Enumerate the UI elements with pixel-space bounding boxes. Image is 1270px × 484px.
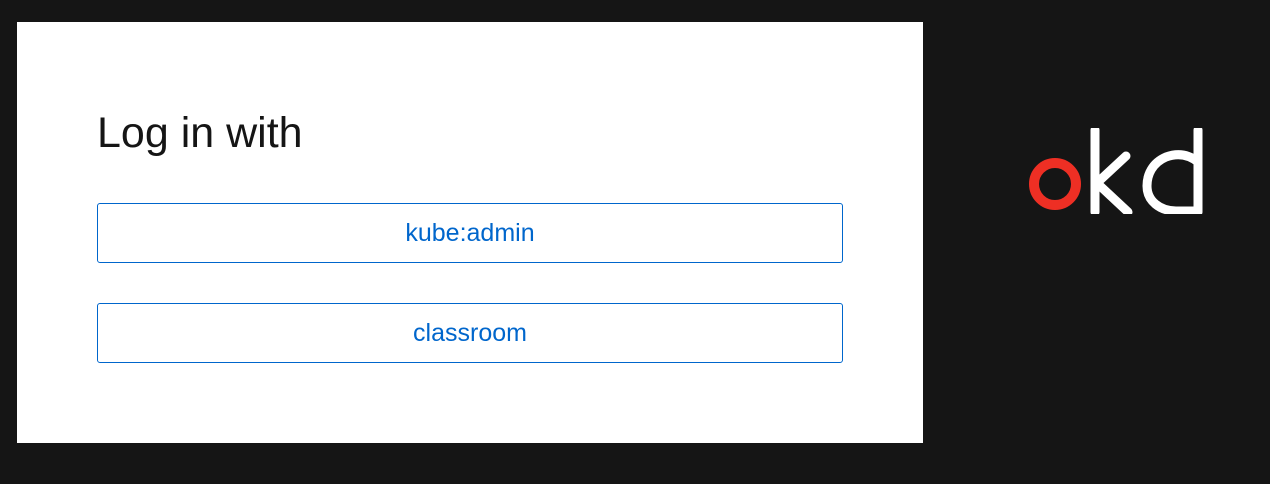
login-provider-classroom-button[interactable]: classroom: [97, 303, 843, 363]
login-card: Log in with kube:admin classroom: [17, 22, 923, 443]
login-provider-kube-admin-button[interactable]: kube:admin: [97, 203, 843, 263]
okd-logo-o: [1029, 158, 1081, 210]
login-title: Log in with: [97, 109, 303, 157]
okd-logo-kd: [1090, 128, 1203, 214]
okd-logo: [1029, 128, 1203, 214]
